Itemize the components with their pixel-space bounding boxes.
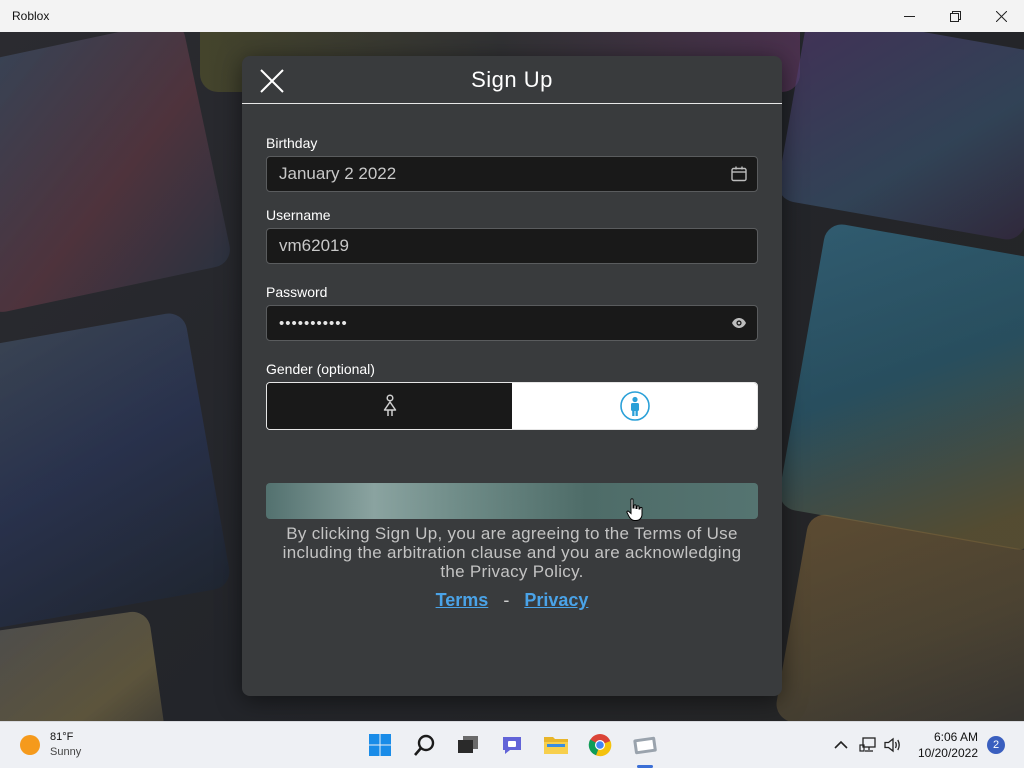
username-label: Username bbox=[266, 207, 331, 223]
minimize-icon bbox=[903, 15, 915, 17]
background-tile bbox=[776, 221, 1024, 553]
password-field[interactable]: ••••••••••• bbox=[266, 305, 758, 341]
username-field[interactable]: vm62019 bbox=[266, 228, 758, 264]
password-value: ••••••••••• bbox=[279, 314, 348, 332]
clock-date: 10/20/2022 bbox=[917, 746, 978, 760]
signup-dialog: Sign Up Birthday January 2 2022 Username… bbox=[242, 56, 782, 696]
search-icon bbox=[414, 734, 435, 756]
window-titlebar: Roblox bbox=[0, 0, 1024, 32]
signup-button[interactable] bbox=[266, 483, 758, 519]
show-hidden-icons-button[interactable] bbox=[830, 734, 852, 756]
dialog-close-button[interactable] bbox=[258, 67, 286, 95]
roblox-button[interactable] bbox=[630, 730, 660, 760]
weather-condition: Sunny bbox=[50, 746, 82, 758]
search-button[interactable] bbox=[410, 730, 440, 760]
gender-selector bbox=[266, 382, 758, 430]
chrome-button[interactable] bbox=[585, 730, 615, 760]
female-icon bbox=[383, 394, 396, 416]
chevron-up-icon bbox=[834, 740, 848, 749]
background-tile bbox=[0, 609, 171, 721]
link-separator: - bbox=[503, 590, 510, 610]
close-icon bbox=[995, 10, 1007, 22]
eye-icon bbox=[732, 318, 746, 328]
weather-temp: 81°F bbox=[50, 731, 74, 743]
male-icon bbox=[619, 391, 650, 421]
clock[interactable]: 6:06 AM 10/20/2022 bbox=[908, 729, 978, 761]
privacy-link[interactable]: Privacy bbox=[524, 590, 588, 610]
terms-link[interactable]: Terms bbox=[436, 590, 489, 610]
birthday-field[interactable]: January 2 2022 bbox=[266, 156, 758, 192]
task-view-button[interactable] bbox=[453, 730, 483, 760]
background-tile bbox=[775, 32, 1024, 243]
gender-female-button[interactable] bbox=[267, 383, 512, 429]
birthday-value: January 2 2022 bbox=[279, 164, 397, 183]
gender-label: Gender (optional) bbox=[266, 361, 375, 377]
calendar-button[interactable] bbox=[721, 157, 757, 191]
restore-icon bbox=[949, 10, 961, 22]
sunny-icon bbox=[20, 735, 40, 755]
weather-widget[interactable]: 81°F Sunny bbox=[20, 730, 81, 760]
username-value: vm62019 bbox=[279, 236, 349, 255]
teams-chat-icon bbox=[503, 737, 521, 754]
dialog-header: Sign Up bbox=[242, 56, 782, 104]
password-label: Password bbox=[266, 284, 328, 300]
calendar-icon bbox=[731, 166, 747, 182]
volume-icon bbox=[884, 737, 900, 753]
file-explorer-icon bbox=[544, 737, 568, 754]
background-tile bbox=[0, 32, 234, 316]
teams-chat-button[interactable] bbox=[497, 730, 527, 760]
window-title: Roblox bbox=[12, 9, 50, 23]
show-password-button[interactable] bbox=[721, 306, 757, 340]
background-tile bbox=[773, 511, 1024, 721]
clock-time: 6:06 AM bbox=[933, 730, 978, 744]
background-tile bbox=[0, 310, 233, 634]
taskbar: 81°F Sunny 6:06 AM 10/20/2022 2 bbox=[0, 721, 1024, 768]
file-explorer-button[interactable] bbox=[541, 730, 571, 760]
network-icon bbox=[859, 737, 876, 752]
start-button[interactable] bbox=[365, 730, 395, 760]
dialog-title: Sign Up bbox=[471, 66, 553, 92]
hand-cursor-icon bbox=[626, 498, 643, 521]
restore-button[interactable] bbox=[932, 0, 978, 32]
close-window-button[interactable] bbox=[978, 0, 1024, 32]
notification-badge[interactable]: 2 bbox=[987, 736, 1005, 754]
minimize-button[interactable] bbox=[886, 0, 932, 32]
windows-start-icon bbox=[369, 734, 391, 756]
birthday-label: Birthday bbox=[266, 135, 318, 151]
gender-male-button[interactable] bbox=[512, 383, 757, 429]
chrome-icon bbox=[588, 734, 612, 757]
legal-links: Terms - Privacy bbox=[242, 590, 782, 611]
task-view-icon bbox=[458, 736, 478, 753]
roblox-icon bbox=[633, 736, 657, 755]
network-button[interactable] bbox=[857, 734, 879, 756]
close-icon bbox=[260, 69, 284, 93]
volume-button[interactable] bbox=[882, 734, 904, 756]
weather-text: 81°F Sunny bbox=[50, 730, 81, 760]
terms-notice: By clicking Sign Up, you are agreeing to… bbox=[282, 524, 742, 581]
